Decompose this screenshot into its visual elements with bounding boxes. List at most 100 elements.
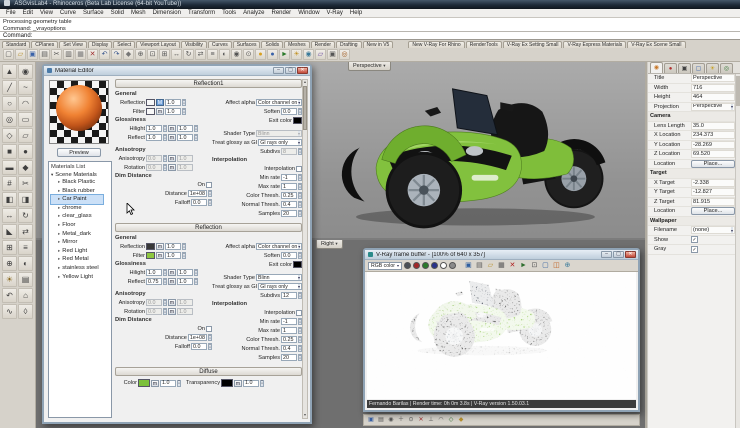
menu-item[interactable]: File: [3, 10, 19, 16]
value-field[interactable]: 1.0: [177, 164, 193, 171]
value-field[interactable]: 1.0: [165, 99, 181, 106]
open-image-icon[interactable]: ▱: [486, 261, 495, 270]
map-button[interactable]: m: [168, 134, 176, 141]
scroll-down-icon[interactable]: ▼: [303, 413, 307, 418]
properties-tab-material[interactable]: ●: [664, 63, 677, 73]
curve-tool-icon[interactable]: ~: [18, 80, 33, 95]
value-field[interactable]: 8: [281, 148, 297, 155]
menu-item[interactable]: View: [37, 10, 56, 16]
undo-view-icon[interactable]: ↶: [2, 288, 17, 303]
value-field[interactable]: 0.75: [146, 278, 162, 285]
toolbar-tab[interactable]: Set View: [59, 41, 87, 48]
move-tool-icon[interactable]: ↔: [2, 208, 17, 223]
spinner[interactable]: [163, 308, 167, 315]
map-button[interactable]: M: [156, 99, 164, 106]
toolbar-tab[interactable]: Viewport Layout: [136, 41, 180, 48]
menu-item[interactable]: Dimension: [150, 10, 184, 16]
analyze-tool-icon[interactable]: ◊: [18, 304, 33, 319]
cut-icon[interactable]: ✂: [51, 49, 62, 60]
alpha-channel-icon[interactable]: [439, 262, 447, 269]
split-tool-icon[interactable]: ◧: [2, 192, 17, 207]
material-item[interactable]: Car Paint: [50, 194, 104, 205]
map-button[interactable]: m: [168, 155, 176, 162]
vray-sphere-icon[interactable]: ◉: [303, 49, 314, 60]
osnap-mid-icon[interactable]: ＋: [397, 416, 405, 424]
value-field[interactable]: 1.0: [160, 379, 176, 387]
toolbar-tab[interactable]: Surfaces: [232, 41, 261, 48]
spinner[interactable]: [163, 134, 167, 141]
track-mouse-icon[interactable]: ►: [519, 261, 528, 270]
property-value[interactable]: 716: [691, 83, 735, 92]
vray-plane-icon[interactable]: ▱: [315, 49, 326, 60]
properties-tab-object[interactable]: ◉: [650, 62, 663, 73]
array-tool-icon[interactable]: ⊞: [2, 240, 17, 255]
point-tool-icon[interactable]: ◉: [18, 64, 33, 79]
map-button[interactable]: m: [168, 164, 176, 171]
value-field[interactable]: 1.0: [177, 125, 193, 132]
new-file-icon[interactable]: ▢: [3, 49, 14, 60]
paste-icon[interactable]: ▦: [75, 49, 86, 60]
map-button[interactable]: m: [168, 299, 176, 306]
vray-light-icon[interactable]: ☀: [291, 49, 302, 60]
lock-icon[interactable]: ◉: [231, 49, 242, 60]
stop-render-icon[interactable]: ✕: [508, 261, 517, 270]
material-item[interactable]: Mirror: [51, 238, 111, 247]
line-tool-icon[interactable]: ╱: [2, 80, 17, 95]
redo-icon[interactable]: ↷: [111, 49, 122, 60]
clear-image-icon[interactable]: ▦: [497, 261, 506, 270]
section-header[interactable]: Reflection1: [115, 79, 302, 88]
toolbar-tab[interactable]: Display: [87, 41, 113, 48]
property-value[interactable]: -28.269: [691, 140, 735, 149]
spinner[interactable]: [182, 108, 186, 115]
map-button[interactable]: m: [234, 379, 242, 387]
value-field[interactable]: 1.0: [165, 108, 181, 115]
rotate-tool-icon[interactable]: ↻: [18, 208, 33, 223]
property-value[interactable]: 69.520: [691, 150, 735, 159]
pipe-tool-icon[interactable]: ◆: [18, 160, 33, 175]
mirror-icon[interactable]: ⇄: [195, 49, 206, 60]
curve-edit-icon[interactable]: ∿: [2, 304, 17, 319]
map-button[interactable]: m: [156, 243, 164, 250]
open-file-icon[interactable]: ▱: [15, 49, 26, 60]
undo-icon[interactable]: ↶: [99, 49, 110, 60]
value-field[interactable]: 1.0: [177, 269, 193, 276]
osnap-near-icon[interactable]: ▤: [377, 416, 385, 424]
zoom-tool-icon[interactable]: ⊕: [2, 256, 17, 271]
properties-tool-icon[interactable]: ▤: [18, 272, 33, 287]
save-file-icon[interactable]: ▣: [27, 49, 38, 60]
color-swatch[interactable]: [293, 261, 302, 268]
osnap-perp-icon[interactable]: ⊥: [427, 416, 435, 424]
blue-channel-icon[interactable]: [430, 262, 438, 269]
hide-icon[interactable]: ◐: [219, 49, 230, 60]
value-field[interactable]: 0.0: [191, 199, 207, 206]
rectangle-tool-icon[interactable]: ▭: [18, 112, 33, 127]
polygon-tool-icon[interactable]: ◇: [2, 128, 17, 143]
copy-icon[interactable]: ▥: [63, 49, 74, 60]
menu-item[interactable]: Edit: [20, 10, 36, 16]
delete-icon[interactable]: ✕: [87, 49, 98, 60]
value-field[interactable]: 1: [281, 183, 297, 190]
osnap-cen-icon[interactable]: ⊙: [407, 416, 415, 424]
value-field[interactable]: 1.0: [146, 134, 162, 141]
menu-item[interactable]: Curve: [57, 10, 79, 16]
value-field[interactable]: 0.0: [281, 252, 297, 259]
property-value[interactable]: (none): [691, 226, 735, 235]
property-value[interactable]: Place...: [691, 207, 735, 216]
menu-item[interactable]: Transform: [185, 10, 218, 16]
map-button[interactable]: m: [151, 379, 159, 387]
perspective-viewport-tab[interactable]: Perspective ▾: [348, 62, 391, 71]
properties-tab-viewport[interactable]: ▣: [678, 63, 691, 73]
material-item[interactable]: chrome: [51, 204, 111, 213]
property-value[interactable]: ✓: [691, 245, 698, 253]
map-button[interactable]: m: [168, 125, 176, 132]
material-item[interactable]: Floor: [51, 221, 111, 230]
menu-item[interactable]: Surface: [80, 10, 107, 16]
value-field[interactable]: 12: [281, 292, 297, 299]
value-field[interactable]: 1.0: [243, 379, 259, 387]
command-input[interactable]: Command:: [0, 32, 740, 40]
move-icon[interactable]: ↔: [171, 49, 182, 60]
grid-snap-icon[interactable]: ⊙: [243, 49, 254, 60]
material-item[interactable]: stainless steel: [51, 264, 111, 273]
vray-help-icon[interactable]: ◎: [339, 49, 350, 60]
spinner[interactable]: [194, 134, 198, 141]
